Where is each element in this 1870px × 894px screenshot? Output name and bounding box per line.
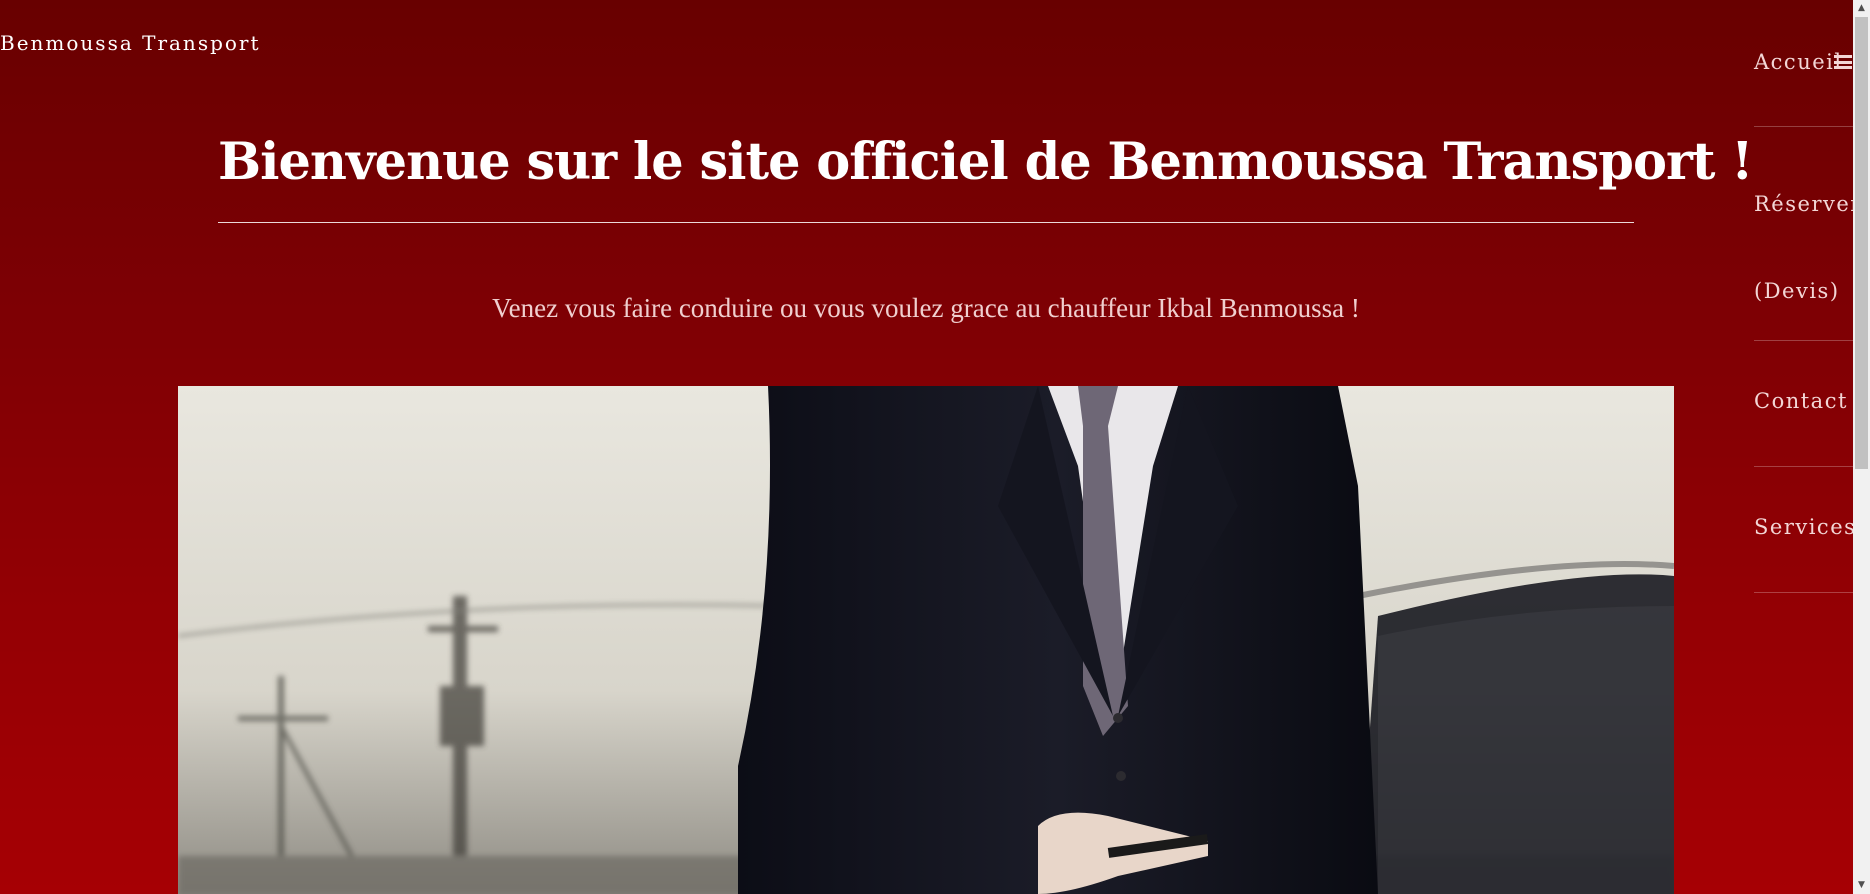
chauffeur-photo: [178, 386, 1674, 894]
nav-item-services[interactable]: Services: [1754, 467, 1857, 593]
nav-item-label: Réserver (Devis): [1754, 192, 1862, 303]
hero-section: Bienvenue sur le site officiel de Benmou…: [218, 120, 1754, 223]
site-brand-link[interactable]: Benmoussa Transport: [0, 31, 261, 55]
nav-item-contact[interactable]: Contact: [1754, 341, 1854, 467]
scroll-down-arrow-icon[interactable]: ▼: [1853, 877, 1870, 894]
scroll-thumb[interactable]: [1855, 17, 1868, 469]
hamburger-menu-icon[interactable]: [1834, 55, 1852, 69]
page-title: Bienvenue sur le site officiel de Benmou…: [218, 132, 1754, 192]
hero-subtitle: Venez vous faire conduire ou vous voulez…: [492, 293, 1360, 323]
nav-item-reserver[interactable]: Réserver (Devis): [1754, 127, 1860, 341]
scroll-up-arrow-icon[interactable]: ▲: [1853, 0, 1870, 17]
page-scrollbar[interactable]: ▲ ▼: [1853, 0, 1870, 894]
nav-item-label: Services: [1754, 515, 1857, 539]
nav-item-label: Accueil: [1754, 50, 1843, 74]
nav-item-label: Contact: [1754, 389, 1848, 413]
title-divider: [218, 222, 1634, 223]
main-nav: Accueil Réserver (Devis) Contact Service…: [1754, 0, 1860, 593]
